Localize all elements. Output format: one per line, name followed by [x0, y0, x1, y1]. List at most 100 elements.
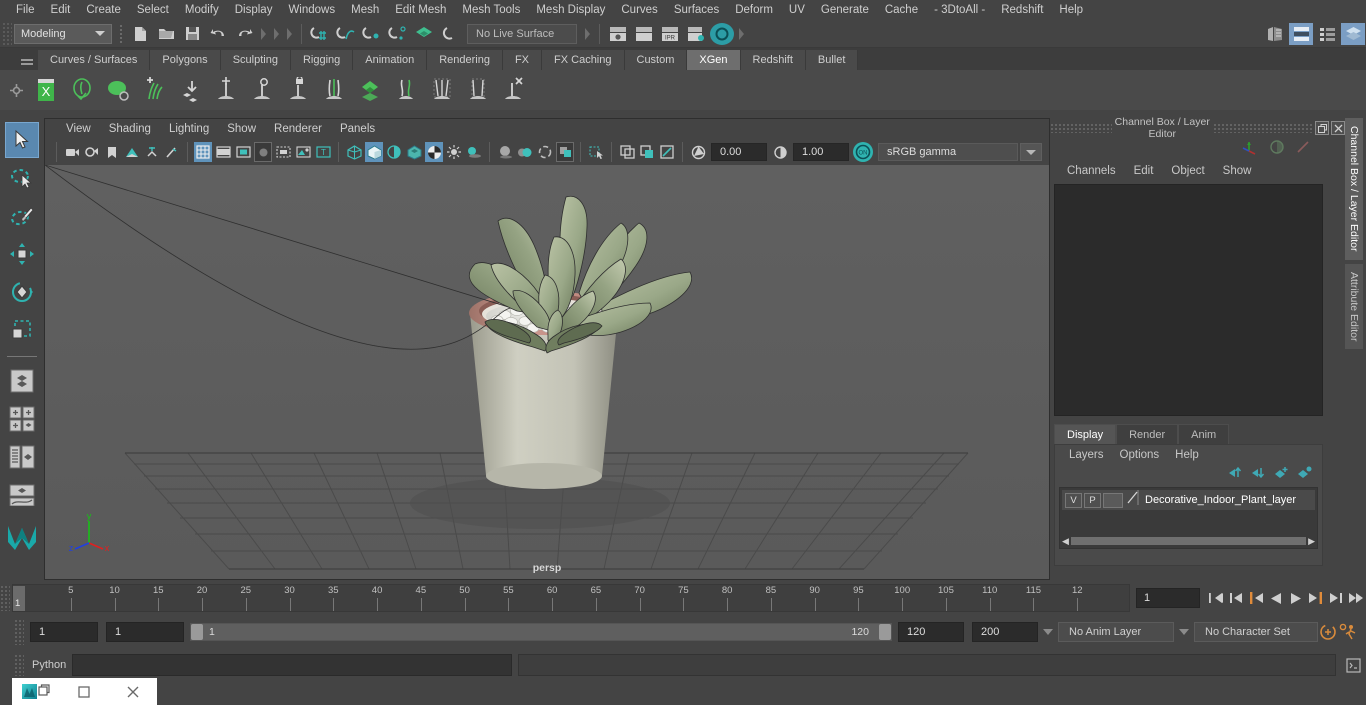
single-view-layout[interactable]: [5, 363, 39, 399]
collapse-arrow-icon[interactable]: [274, 28, 279, 40]
duplicate-view-icon[interactable]: [638, 142, 656, 162]
restore-icon[interactable]: [12, 678, 60, 705]
time-slider-track[interactable]: 1 51015202530354045505560657075808590951…: [12, 584, 1130, 612]
character-set-field[interactable]: No Character Set: [1194, 622, 1318, 642]
xray-icon[interactable]: [294, 142, 312, 162]
collapse-arrow-icon[interactable]: [287, 28, 292, 40]
axis-gizmo-icon[interactable]: [1241, 139, 1259, 160]
shelf-tab-fx[interactable]: FX: [503, 50, 542, 70]
character-set-dropdown-arrow-icon[interactable]: [1177, 623, 1191, 641]
color-space-field[interactable]: sRGB gamma: [878, 143, 1018, 161]
menu-redshift[interactable]: Redshift: [993, 0, 1051, 20]
layer-row[interactable]: V P Decorative_Indoor_Plant_layer: [1062, 490, 1315, 510]
anim-layer-dropdown-arrow-icon[interactable]: [1041, 623, 1055, 641]
save-scene-icon[interactable]: [180, 23, 204, 45]
play-forwards-icon[interactable]: [1286, 586, 1306, 610]
exposure-value-field[interactable]: 0.00: [711, 143, 767, 161]
step-forward-keyframe-icon[interactable]: [1326, 586, 1346, 610]
menu-mesh-tools[interactable]: Mesh Tools: [454, 0, 528, 20]
current-frame-field[interactable]: 1: [1136, 588, 1200, 608]
auto-keyframe-icon[interactable]: [1318, 620, 1338, 644]
menu-deform[interactable]: Deform: [727, 0, 781, 20]
command-line-language-label[interactable]: Python: [26, 659, 72, 671]
persp-graph-layout[interactable]: [5, 477, 39, 513]
toggle-channel-box-icon[interactable]: [1289, 23, 1313, 45]
viewport-3d-canvas[interactable]: persp y x z: [45, 165, 1049, 579]
play-backwards-icon[interactable]: [1266, 586, 1286, 610]
rotate-tool[interactable]: [5, 274, 39, 310]
layer-tab-render[interactable]: Render: [1116, 424, 1178, 444]
status-line-drag-handle[interactable]: [2, 22, 12, 46]
resolution-gate-icon[interactable]: [234, 142, 252, 162]
animation-preferences-icon[interactable]: [1338, 620, 1358, 644]
close-icon[interactable]: [109, 678, 157, 705]
menu-windows[interactable]: Windows: [280, 0, 343, 20]
shelf-tab-rendering[interactable]: Rendering: [427, 50, 503, 70]
half-circle-icon[interactable]: [1269, 139, 1285, 160]
menu-curves[interactable]: Curves: [613, 0, 665, 20]
layer-playback-toggle[interactable]: P: [1084, 493, 1101, 508]
scale-tool[interactable]: [5, 312, 39, 348]
select-tool[interactable]: [5, 122, 39, 158]
color-management-icon[interactable]: ON: [853, 142, 873, 162]
render-current-frame-icon[interactable]: [632, 23, 656, 45]
multisample-icon[interactable]: [536, 142, 554, 162]
grid-icon[interactable]: [194, 142, 212, 162]
menu-display[interactable]: Display: [227, 0, 281, 20]
render-settings-icon[interactable]: [684, 23, 708, 45]
use-default-material-icon[interactable]: [405, 142, 423, 162]
shelf-tab-xgen[interactable]: XGen: [687, 50, 740, 70]
shelf-tab-curves-surfaces[interactable]: Curves / Surfaces: [38, 50, 150, 70]
shelf-tab-bullet[interactable]: Bullet: [806, 50, 859, 70]
shelf-tab-rigging[interactable]: Rigging: [291, 50, 353, 70]
slash-icon[interactable]: [1295, 139, 1311, 160]
xray-joints-icon[interactable]: [587, 142, 605, 162]
channel-menu-show[interactable]: Show: [1214, 165, 1261, 177]
move-layer-up-icon[interactable]: [1228, 466, 1243, 484]
bookmark-icon[interactable]: [103, 142, 121, 162]
scroll-right-icon[interactable]: ▶: [1308, 536, 1315, 547]
wireframe-icon[interactable]: [345, 142, 363, 162]
undo-icon[interactable]: [206, 23, 230, 45]
gpu-cache-icon[interactable]: [658, 142, 676, 162]
layer-menu-help[interactable]: Help: [1167, 449, 1207, 461]
xray-active-components-icon[interactable]: [618, 142, 636, 162]
layer-visibility-toggle[interactable]: V: [1065, 493, 1082, 508]
xgen-clump-icon[interactable]: [425, 73, 459, 107]
hud-icon[interactable]: [274, 142, 292, 162]
xgen-create-description-icon[interactable]: [65, 73, 99, 107]
viewport-menu-view[interactable]: View: [57, 119, 100, 139]
smooth-shade-icon[interactable]: [365, 142, 383, 162]
xgen-preview-icon[interactable]: [101, 73, 135, 107]
four-view-layout[interactable]: [5, 401, 39, 437]
menu-edit[interactable]: Edit: [43, 0, 79, 20]
paint-select-tool[interactable]: [5, 198, 39, 234]
xgen-cut-icon[interactable]: [461, 73, 495, 107]
docked-tab-channel-box[interactable]: Channel Box / Layer Editor: [1345, 118, 1363, 260]
move-layer-down-icon[interactable]: [1251, 466, 1266, 484]
menu-file[interactable]: File: [8, 0, 43, 20]
xgen-density-icon[interactable]: [353, 73, 387, 107]
collapse-arrow-icon[interactable]: [261, 28, 266, 40]
channel-menu-object[interactable]: Object: [1162, 165, 1213, 177]
image-plane-icon[interactable]: [123, 142, 141, 162]
toggle-tool-settings-icon[interactable]: [1341, 23, 1365, 45]
command-line-drag-handle[interactable]: [14, 654, 24, 676]
viewport-menu-shading[interactable]: Shading: [100, 119, 160, 139]
range-slider-left-grip[interactable]: [191, 624, 203, 640]
collapse-arrow-icon[interactable]: [585, 28, 590, 40]
shelf-menu-icon[interactable]: [16, 50, 38, 70]
menu-help[interactable]: Help: [1051, 0, 1091, 20]
use-all-lights-icon[interactable]: [445, 142, 463, 162]
go-to-end-icon[interactable]: [1346, 586, 1366, 610]
shelf-tab-redshift[interactable]: Redshift: [741, 50, 806, 70]
shelf-tab-fx-caching[interactable]: FX Caching: [542, 50, 624, 70]
gamma-icon[interactable]: [771, 142, 789, 162]
select-camera-icon[interactable]: [63, 142, 81, 162]
show-render-view-icon[interactable]: [606, 23, 630, 45]
playback-end-time-field[interactable]: 120: [898, 622, 964, 642]
new-layer-from-selected-icon[interactable]: [1297, 466, 1312, 484]
viewport-menu-renderer[interactable]: Renderer: [265, 119, 331, 139]
range-slider-drag-handle[interactable]: [14, 619, 24, 645]
snap-to-view-plane-icon[interactable]: [412, 23, 436, 45]
